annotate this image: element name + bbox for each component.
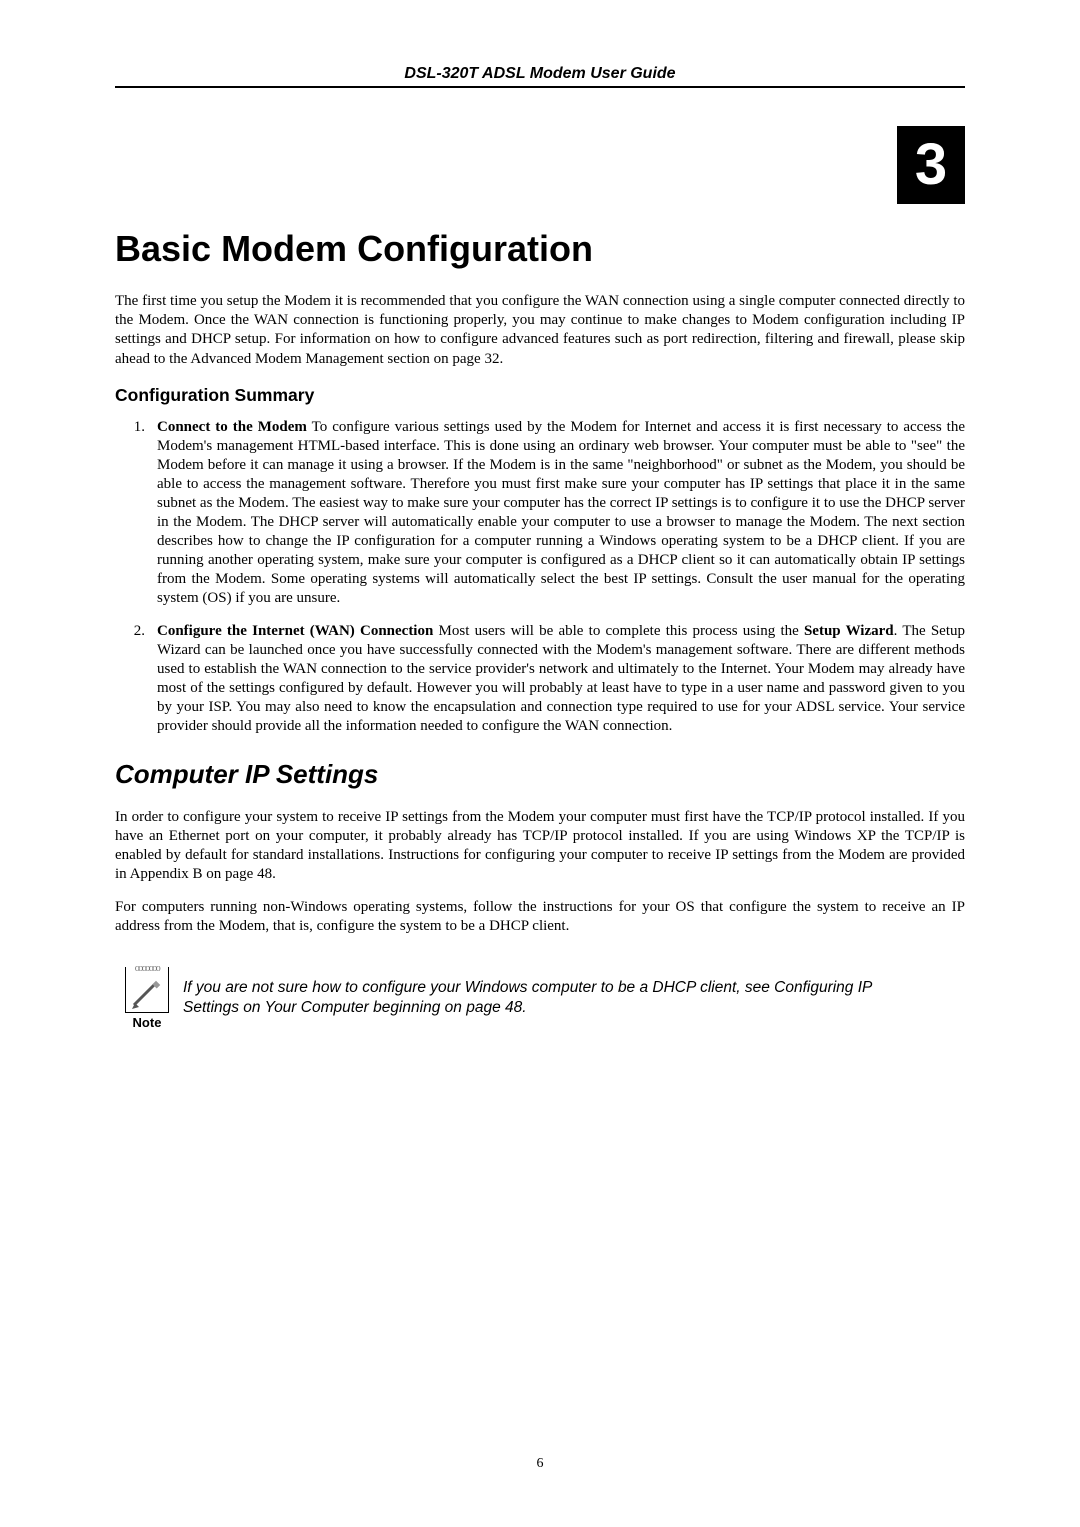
list-item: 1. Connect to the Modem To configure var… <box>157 418 965 608</box>
list-item-text-before: Most users will be able to complete this… <box>433 623 804 639</box>
chapter-intro: The first time you setup the Modem it is… <box>115 292 965 369</box>
note-text: If you are not sure how to configure you… <box>179 961 925 1036</box>
header-title: DSL-320T ADSL Modem User Guide <box>115 65 965 83</box>
list-number: 2. <box>115 622 145 641</box>
notepad-icon: ooooooo <box>125 967 169 1013</box>
chapter-number-badge: 3 <box>897 126 965 204</box>
page-number: 6 <box>0 1456 1080 1472</box>
ip-settings-para2: For computers running non-Windows operat… <box>115 898 965 936</box>
chapter-heading: Basic Modem Configuration <box>115 228 965 270</box>
note-icon-cell: ooooooo Note <box>115 961 179 1036</box>
ip-settings-para1: In order to configure your system to rec… <box>115 808 965 885</box>
list-item-lead: Configure the Internet (WAN) Connection <box>157 623 433 639</box>
config-summary-list: 1. Connect to the Modem To configure var… <box>115 418 965 737</box>
note-label: Note <box>119 1015 175 1030</box>
list-item: 2. Configure the Internet (WAN) Connecti… <box>157 622 965 736</box>
top-rule <box>115 86 965 88</box>
list-number: 1. <box>115 418 145 437</box>
note-box: ooooooo Note If you are not sure how to … <box>115 961 925 1036</box>
setup-wizard-bold: Setup Wizard <box>804 623 894 639</box>
ip-settings-heading: Computer IP Settings <box>115 759 965 790</box>
list-item-lead: Connect to the Modem <box>157 419 307 435</box>
list-item-text-after: . The Setup Wizard can be launched once … <box>157 623 965 734</box>
list-item-text: To configure various settings used by th… <box>157 419 965 606</box>
config-summary-heading: Configuration Summary <box>115 385 965 406</box>
